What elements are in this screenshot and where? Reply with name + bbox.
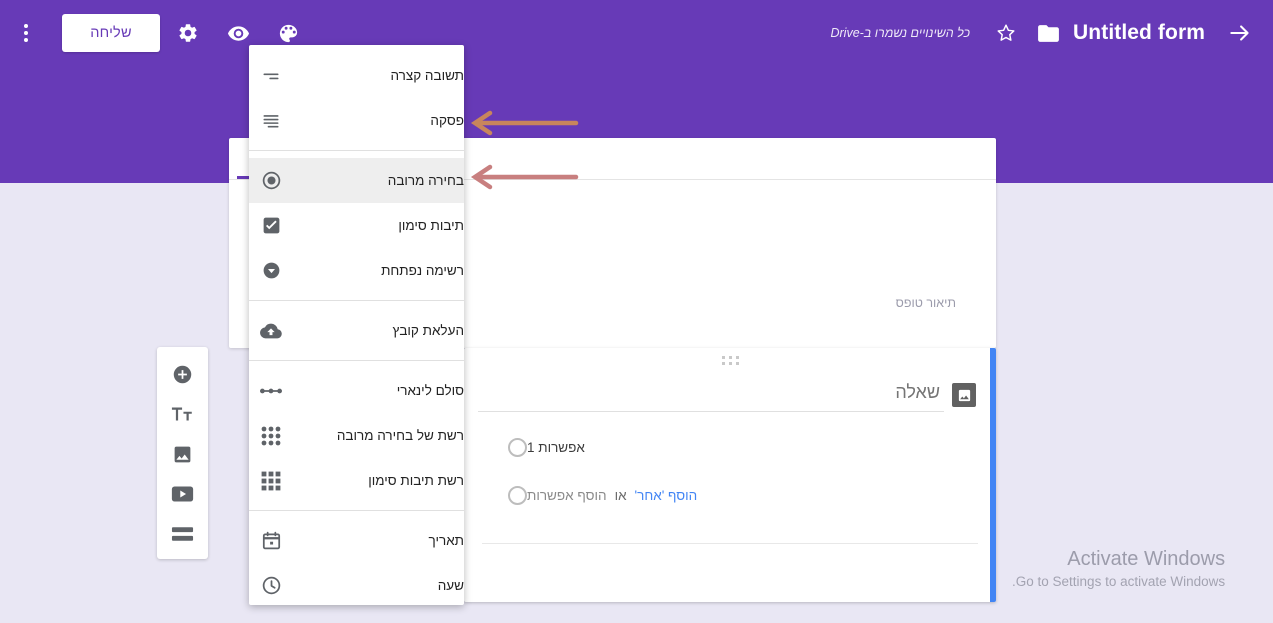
menu-item-paragraph[interactable]: פסקה: [249, 98, 464, 143]
add-question-button[interactable]: [163, 357, 203, 391]
option-row[interactable]: אפשרות 1: [494, 438, 976, 457]
image-icon[interactable]: [952, 383, 976, 407]
radio-button-icon[interactable]: [508, 438, 527, 457]
menu-item-multiple-choice[interactable]: בחירה מרובה: [249, 158, 464, 203]
gear-icon[interactable]: [166, 11, 210, 55]
paragraph-icon: [249, 98, 293, 143]
kebab-menu-icon[interactable]: [6, 13, 46, 53]
menu-item-dropdown[interactable]: רשימה נפתחת: [249, 248, 464, 293]
windows-activation-watermark: Activate Windows Go to Settings to activ…: [1012, 546, 1225, 592]
send-button[interactable]: שליחה: [62, 14, 160, 52]
star-icon[interactable]: [986, 13, 1026, 53]
calendar-icon: [249, 518, 293, 563]
add-option-text[interactable]: הוסף אפשרות: [527, 488, 607, 503]
menu-divider: [249, 510, 464, 511]
menu-item-time[interactable]: שעה: [249, 563, 464, 608]
menu-item-label: רשימה נפתחת: [381, 263, 464, 278]
add-video-button[interactable]: [163, 477, 203, 511]
menu-item-multiple-choice-grid[interactable]: רשת של בחירה מרובה: [249, 413, 464, 458]
menu-item-label: שעה: [437, 578, 464, 593]
checkbox-icon: [249, 203, 293, 248]
add-image-button[interactable]: [163, 437, 203, 471]
add-section-button[interactable]: [163, 517, 203, 551]
short-answer-icon: [249, 53, 293, 98]
menu-item-label: תשובה קצרה: [390, 68, 465, 83]
header-toolbar: שליחה כל השינויים נשמרו ב-Drive Untitled…: [0, 0, 1273, 66]
menu-item-linear-scale[interactable]: סולם לינארי: [249, 368, 464, 413]
menu-item-label: תיבות סימון: [398, 218, 464, 233]
menu-item-label: סולם לינארי: [396, 383, 464, 398]
option-label[interactable]: אפשרות 1: [527, 440, 585, 455]
menu-item-label: רשת תיבות סימון: [368, 473, 464, 488]
drag-handle-icon[interactable]: [464, 356, 996, 365]
dropdown-icon: [249, 248, 293, 293]
menu-item-short-answer[interactable]: תשובה קצרה: [249, 53, 464, 98]
menu-item-label: רשת של בחירה מרובה: [336, 428, 464, 443]
menu-divider: [249, 360, 464, 361]
page-title[interactable]: Untitled form: [1073, 21, 1205, 45]
checkbox-grid-icon: [249, 458, 293, 503]
clock-icon: [249, 563, 293, 608]
arrow-right-icon[interactable]: [1217, 11, 1263, 55]
file-upload-icon: [249, 308, 293, 353]
folder-icon[interactable]: [1036, 21, 1061, 46]
menu-item-label: פסקה: [430, 113, 464, 128]
question-type-menu[interactable]: תשובה קצרה פסקה בחירה מרובה תיבות סימון …: [249, 45, 464, 605]
radio-grid-icon: [249, 413, 293, 458]
question-title-row: [478, 378, 976, 412]
menu-item-label: בחירה מרובה: [387, 173, 464, 188]
question-card-divider: [482, 543, 978, 544]
form-title-group[interactable]: Untitled form: [1036, 21, 1205, 46]
menu-divider: [249, 300, 464, 301]
radio-button-icon: [508, 486, 527, 505]
form-description-input[interactable]: תיאור טופס: [896, 296, 956, 310]
add-option-row[interactable]: הוסף אפשרות או הוסף 'אחר': [494, 486, 976, 505]
menu-item-file-upload[interactable]: העלאת קובץ: [249, 308, 464, 353]
question-title-input[interactable]: [478, 378, 944, 412]
add-other-link[interactable]: הוסף 'אחר': [635, 488, 698, 503]
menu-item-label: העלאת קובץ: [392, 323, 464, 338]
saved-status-text: כל השינויים נשמרו ב-Drive: [830, 26, 971, 40]
menu-item-date[interactable]: תאריך: [249, 518, 464, 563]
question-actions-toolbar: [157, 347, 208, 559]
add-title-button[interactable]: [163, 397, 203, 431]
header-right-group: כל השינויים נשמרו ב-Drive Untitled form: [830, 11, 1273, 55]
menu-divider: [249, 150, 464, 151]
watermark-title: Activate Windows: [1067, 548, 1226, 570]
menu-item-checkbox-grid[interactable]: רשת תיבות סימון: [249, 458, 464, 503]
or-text: או: [614, 488, 627, 503]
watermark-subtitle: Go to Settings to activate Windows.: [1012, 574, 1226, 589]
linear-scale-icon: [249, 368, 293, 413]
question-card[interactable]: אפשרות 1 הוסף אפשרות או הוסף 'אחר': [464, 348, 996, 602]
radio-button-icon: [249, 158, 293, 203]
menu-item-label: תאריך: [428, 533, 464, 548]
app-root: שליחה כל השינויים נשמרו ב-Drive Untitled…: [0, 0, 1273, 623]
question-card-accent-bar: [990, 348, 996, 602]
menu-item-checkboxes[interactable]: תיבות סימון: [249, 203, 464, 248]
